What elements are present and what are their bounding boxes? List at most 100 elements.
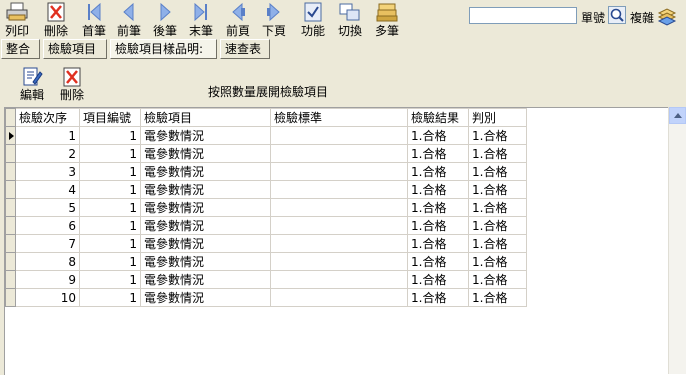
cell-inspection-order[interactable]: 7 xyxy=(15,234,80,253)
first-record-button[interactable]: 首筆 xyxy=(80,2,108,40)
cell-inspection-standard[interactable] xyxy=(270,162,408,181)
print-button[interactable]: 列印 xyxy=(3,2,31,40)
cell-inspection-item[interactable]: 電參數情況 xyxy=(140,252,271,271)
cell-inspection-item[interactable]: 電參數情況 xyxy=(140,216,271,235)
cell-inspection-item[interactable]: 電參數情況 xyxy=(140,270,271,289)
cell-inspection-order[interactable]: 9 xyxy=(15,270,80,289)
cell-judgment[interactable]: 1.合格 xyxy=(468,270,527,289)
col-inspection-standard[interactable]: 檢驗標準 xyxy=(270,108,408,127)
cell-inspection-standard[interactable] xyxy=(270,234,408,253)
next-record-button[interactable]: 後筆 xyxy=(151,2,179,40)
row-indicator[interactable] xyxy=(5,234,16,253)
row-indicator[interactable] xyxy=(5,198,16,217)
last-record-button[interactable]: 末筆 xyxy=(187,2,215,40)
cell-inspection-result[interactable]: 1.合格 xyxy=(407,144,469,163)
cell-judgment[interactable]: 1.合格 xyxy=(468,234,527,253)
cell-inspection-order[interactable]: 2 xyxy=(15,144,80,163)
cell-judgment[interactable]: 1.合格 xyxy=(468,252,527,271)
cell-item-number[interactable]: 1 xyxy=(79,252,141,271)
tab-inspection-items[interactable]: 檢驗項目 xyxy=(43,39,107,59)
cell-inspection-result[interactable]: 1.合格 xyxy=(407,288,469,307)
table-row[interactable]: 7 1 電參數情況 1.合格 1.合格 xyxy=(5,234,527,253)
cell-inspection-order[interactable]: 8 xyxy=(15,252,80,271)
cell-inspection-standard[interactable] xyxy=(270,216,408,235)
row-indicator[interactable] xyxy=(5,126,16,145)
table-row[interactable]: 6 1 電參數情況 1.合格 1.合格 xyxy=(5,216,527,235)
cell-inspection-result[interactable]: 1.合格 xyxy=(407,216,469,235)
cell-inspection-standard[interactable] xyxy=(270,180,408,199)
cell-item-number[interactable]: 1 xyxy=(79,162,141,181)
function-button[interactable]: 功能 xyxy=(299,2,327,40)
cell-item-number[interactable]: 1 xyxy=(79,198,141,217)
cell-inspection-standard[interactable] xyxy=(270,288,408,307)
cell-inspection-result[interactable]: 1.合格 xyxy=(407,162,469,181)
cell-inspection-item[interactable]: 電參數情況 xyxy=(140,126,271,145)
table-row[interactable]: 1 1 電參數情況 1.合格 1.合格 xyxy=(5,126,527,145)
cell-inspection-order[interactable]: 5 xyxy=(15,198,80,217)
cell-item-number[interactable]: 1 xyxy=(79,288,141,307)
cell-inspection-result[interactable]: 1.合格 xyxy=(407,198,469,217)
row-indicator[interactable] xyxy=(5,270,16,289)
cell-inspection-standard[interactable] xyxy=(270,144,408,163)
table-row[interactable]: 5 1 電參數情況 1.合格 1.合格 xyxy=(5,198,527,217)
cell-item-number[interactable]: 1 xyxy=(79,234,141,253)
table-row[interactable]: 10 1 電參數情況 1.合格 1.合格 xyxy=(5,288,527,307)
multi-record-button[interactable]: 多筆 xyxy=(373,2,401,40)
copy-icon[interactable] xyxy=(656,5,678,27)
cell-judgment[interactable]: 1.合格 xyxy=(468,288,527,307)
cell-inspection-item[interactable]: 電參數情況 xyxy=(140,144,271,163)
col-item-number[interactable]: 項目編號 xyxy=(79,108,141,127)
cell-inspection-standard[interactable] xyxy=(270,126,408,145)
cell-judgment[interactable]: 1.合格 xyxy=(468,180,527,199)
row-indicator[interactable] xyxy=(5,252,16,271)
cell-judgment[interactable]: 1.合格 xyxy=(468,198,527,217)
cell-item-number[interactable]: 1 xyxy=(79,180,141,199)
tab-quick-lookup[interactable]: 速查表 xyxy=(220,39,270,59)
table-row[interactable]: 3 1 電參數情況 1.合格 1.合格 xyxy=(5,162,527,181)
search-icon[interactable] xyxy=(608,6,626,24)
cell-inspection-result[interactable]: 1.合格 xyxy=(407,126,469,145)
cell-inspection-standard[interactable] xyxy=(270,198,408,217)
delete-row-button[interactable]: 刪除 xyxy=(57,66,87,102)
next-page-button[interactable]: 下頁 xyxy=(260,2,288,40)
cell-inspection-order[interactable]: 10 xyxy=(15,288,80,307)
cell-inspection-order[interactable]: 3 xyxy=(15,162,80,181)
col-inspection-result[interactable]: 檢驗結果 xyxy=(407,108,469,127)
cell-item-number[interactable]: 1 xyxy=(79,144,141,163)
cell-inspection-standard[interactable] xyxy=(270,252,408,271)
cell-inspection-result[interactable]: 1.合格 xyxy=(407,234,469,253)
cell-inspection-order[interactable]: 6 xyxy=(15,216,80,235)
vertical-scrollbar[interactable] xyxy=(668,107,686,374)
order-number-input[interactable] xyxy=(469,7,577,24)
scroll-up-button[interactable] xyxy=(669,107,686,124)
col-inspection-order[interactable]: 檢驗次序 xyxy=(15,108,80,127)
cell-judgment[interactable]: 1.合格 xyxy=(468,126,527,145)
row-indicator[interactable] xyxy=(5,162,16,181)
cell-inspection-order[interactable]: 1 xyxy=(15,126,80,145)
cell-inspection-item[interactable]: 電參數情況 xyxy=(140,288,271,307)
cell-inspection-result[interactable]: 1.合格 xyxy=(407,252,469,271)
row-indicator[interactable] xyxy=(5,180,16,199)
table-row[interactable]: 8 1 電參數情況 1.合格 1.合格 xyxy=(5,252,527,271)
table-row[interactable]: 9 1 電參數情況 1.合格 1.合格 xyxy=(5,270,527,289)
cell-item-number[interactable]: 1 xyxy=(79,126,141,145)
cell-inspection-standard[interactable] xyxy=(270,270,408,289)
delete-toolbar-button[interactable]: 刪除 xyxy=(42,2,70,40)
row-indicator[interactable] xyxy=(5,288,16,307)
switch-button[interactable]: 切換 xyxy=(336,2,364,40)
edit-button[interactable]: 編輯 xyxy=(17,66,47,102)
col-judgment[interactable]: 判別 xyxy=(468,108,527,127)
previous-page-button[interactable]: 前頁 xyxy=(224,2,252,40)
cell-inspection-item[interactable]: 電參數情況 xyxy=(140,162,271,181)
table-row[interactable]: 4 1 電參數情況 1.合格 1.合格 xyxy=(5,180,527,199)
row-indicator[interactable] xyxy=(5,144,16,163)
cell-item-number[interactable]: 1 xyxy=(79,270,141,289)
previous-record-button[interactable]: 前筆 xyxy=(115,2,143,40)
tab-inspection-sample-details[interactable]: 檢驗項目樣品明: xyxy=(110,39,217,59)
cell-judgment[interactable]: 1.合格 xyxy=(468,144,527,163)
table-row[interactable]: 2 1 電參數情況 1.合格 1.合格 xyxy=(5,144,527,163)
cell-inspection-order[interactable]: 4 xyxy=(15,180,80,199)
col-inspection-item[interactable]: 檢驗項目 xyxy=(140,108,271,127)
cell-item-number[interactable]: 1 xyxy=(79,216,141,235)
cell-judgment[interactable]: 1.合格 xyxy=(468,216,527,235)
